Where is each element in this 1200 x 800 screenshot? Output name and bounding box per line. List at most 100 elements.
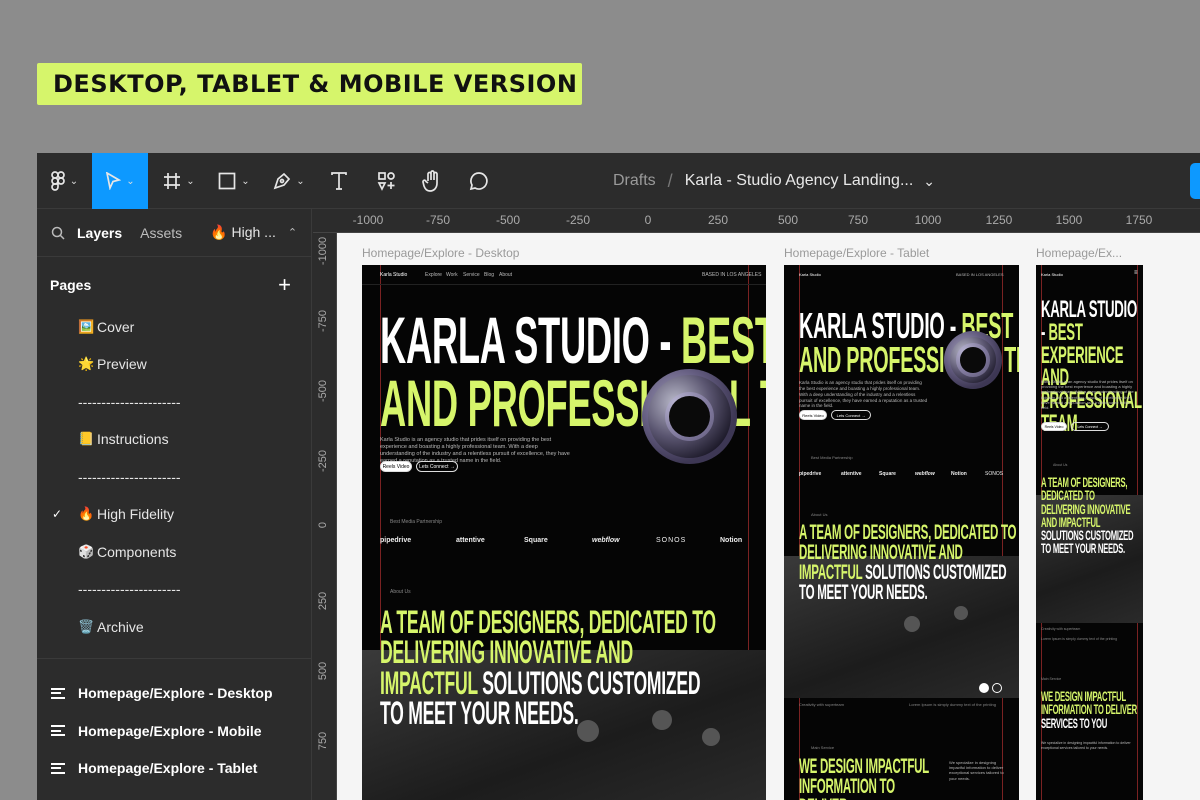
- about-label: About Us: [811, 512, 828, 517]
- ruler-tick: 500: [317, 661, 329, 681]
- breadcrumb-drafts[interactable]: Drafts: [613, 172, 656, 190]
- hero-heading: KARLA STUDIO - BEST EXPERIENCE AND PROFE…: [1041, 298, 1142, 436]
- chevron-down-icon: ⌄: [69, 175, 79, 187]
- chevron-down-icon[interactable]: ⌄: [923, 173, 935, 190]
- partnership-label: Best Media Partnership: [390, 519, 442, 525]
- frame-tool-button[interactable]: ⌄: [155, 153, 203, 209]
- logo-pipedrive: pipedrive: [799, 471, 822, 477]
- partnership-label: Best Media Partnership: [811, 455, 853, 460]
- breadcrumb: Drafts / Karla - Studio Agency Landing..…: [613, 153, 935, 209]
- frame-label-mobile[interactable]: Homepage/Ex...: [1036, 246, 1122, 260]
- frame-layer-icon: [51, 760, 65, 776]
- logo-sonos: SONOS: [985, 471, 1004, 477]
- ruler-tick: 1000: [914, 213, 942, 227]
- lets-connect-button[interactable]: Lets Connect →: [1071, 422, 1109, 431]
- page-item-instructions[interactable]: 📒 Instructions: [37, 421, 311, 459]
- move-tool-button[interactable]: ⌄: [92, 153, 148, 209]
- nav-blog[interactable]: Blog: [484, 272, 494, 278]
- creativity-caption: Creativity with superteam: [1041, 627, 1081, 631]
- comment-tool-button[interactable]: [464, 153, 494, 209]
- ruler-tick: 1250: [985, 213, 1013, 227]
- chevron-down-icon: ⌄: [296, 175, 305, 187]
- file-name[interactable]: Karla - Studio Agency Landing...: [685, 172, 914, 190]
- divider: [37, 657, 311, 659]
- hamburger-icon[interactable]: ≡: [1134, 270, 1138, 276]
- mobile-frame[interactable]: Karla Studio ≡ KARLA STUDIO - BEST EXPER…: [1036, 265, 1143, 800]
- current-page-selector[interactable]: 🔥 High ...: [210, 224, 276, 241]
- page-label: Preview: [97, 356, 147, 373]
- text-icon: [331, 172, 347, 190]
- nav-explore[interactable]: Explore: [425, 272, 442, 278]
- nav-service[interactable]: Service: [463, 272, 480, 278]
- about-heading: A TEAM OF DESIGNERS, DEDICATED TO DELIVE…: [380, 606, 716, 729]
- promo-banner: DESKTOP, TABLET & MOBILE VERSION: [37, 63, 582, 105]
- about-heading: A TEAM OF DESIGNERS, DEDICATED TO DELIVE…: [1041, 475, 1140, 557]
- hand-icon: [422, 170, 438, 192]
- search-icon[interactable]: [51, 226, 65, 240]
- lets-connect-button[interactable]: Lets Connect →: [416, 461, 458, 472]
- hand-tool-button[interactable]: [417, 153, 447, 209]
- frame-label-tablet[interactable]: Homepage/Explore - Tablet: [784, 246, 929, 260]
- layer-label: Homepage/Explore - Mobile: [78, 722, 262, 739]
- shape-tool-button[interactable]: ⌄: [210, 153, 258, 209]
- frame-label-desktop[interactable]: Homepage/Explore - Desktop: [362, 246, 519, 260]
- nav-about[interactable]: About: [499, 272, 512, 278]
- add-page-button[interactable]: +: [278, 272, 291, 298]
- trash-icon: 🗑️: [78, 618, 95, 634]
- layer-item[interactable]: Homepage/Explore - Tablet: [37, 750, 311, 788]
- page-item-high-fidelity[interactable]: ✓ 🔥 High Fidelity: [37, 496, 311, 534]
- service-heading-white: SERVICES TO YOU: [1041, 714, 1108, 731]
- chevron-up-icon[interactable]: ⌃: [288, 226, 297, 239]
- page-divider[interactable]: ----------------------: [37, 571, 311, 609]
- logo-sonos: SONOS: [656, 537, 687, 544]
- ruler-tick: -750: [425, 213, 451, 227]
- page-item-components[interactable]: 🎲 Components: [37, 533, 311, 571]
- logo-attentive: attentive: [841, 471, 862, 477]
- about-heading-line: TO MEET YOUR NEEDS.: [1041, 540, 1125, 557]
- page-item-preview[interactable]: 🌟 Preview: [37, 346, 311, 384]
- share-button[interactable]: [1190, 163, 1200, 199]
- page-item-archive[interactable]: 🗑️ Archive: [37, 608, 311, 646]
- pen-tool-button[interactable]: ⌄: [265, 153, 313, 209]
- tab-assets[interactable]: Assets: [140, 225, 182, 241]
- reels-video-button[interactable]: Reels Video: [380, 461, 412, 472]
- canvas[interactable]: -1000 -750 -500 -250 0 250 500 750 1000 …: [313, 209, 1200, 800]
- page-divider[interactable]: ----------------------: [37, 458, 311, 496]
- main-service-label: Main Service: [811, 745, 835, 750]
- ruler-tick: -500: [317, 379, 329, 403]
- page-label: Archive: [97, 618, 144, 635]
- chevron-down-icon: ⌄: [186, 175, 195, 187]
- logo-square: Square: [879, 471, 896, 477]
- page-item-cover[interactable]: 🖼️ Cover: [37, 308, 311, 346]
- brand-logo[interactable]: Karla Studio: [799, 272, 821, 277]
- service-body: We specialize in designing impactful inf…: [1041, 741, 1131, 750]
- tab-layers[interactable]: Layers: [77, 225, 122, 241]
- rectangle-icon: [218, 172, 236, 190]
- reels-video-button[interactable]: Reels Video: [799, 410, 827, 420]
- page-label: ----------------------: [78, 393, 181, 410]
- desktop-frame[interactable]: Karla Studio Explore Work Service Blog A…: [362, 265, 766, 800]
- fire-icon: 🔥: [78, 506, 95, 522]
- brand-logo[interactable]: Karla Studio: [1041, 272, 1063, 277]
- dice-icon: 🎲: [78, 543, 95, 559]
- lorem-caption: Lorem Ipsum is simply dummy text of the …: [1041, 637, 1118, 641]
- prev-arrow-button[interactable]: [979, 683, 989, 693]
- layer-item[interactable]: Homepage/Explore - Mobile: [37, 712, 311, 750]
- about-heading: A TEAM OF DESIGNERS, DEDICATED TO DELIVE…: [799, 522, 1017, 603]
- page-label: ----------------------: [78, 468, 181, 485]
- lets-connect-button[interactable]: Lets Connect →: [831, 410, 871, 420]
- tablet-frame[interactable]: Karla Studio BASED IN LOS ANGELES KARLA …: [784, 265, 1019, 800]
- cursor-icon: [106, 172, 122, 190]
- brand-logo[interactable]: Karla Studio: [380, 272, 407, 278]
- ruler-tick: -1000: [352, 213, 384, 227]
- resources-button[interactable]: [372, 153, 402, 209]
- frame-icon: [164, 173, 181, 189]
- next-arrow-button[interactable]: [992, 683, 1002, 693]
- nav-work[interactable]: Work: [446, 272, 458, 278]
- layer-item[interactable]: Homepage/Explore - Desktop: [37, 675, 311, 713]
- figma-menu-button[interactable]: ⌄: [37, 153, 92, 209]
- reels-video-button[interactable]: Reels Video: [1041, 422, 1067, 431]
- text-tool-button[interactable]: [324, 153, 354, 209]
- page-divider[interactable]: ----------------------: [37, 383, 311, 421]
- main-service-label: Main Service: [1041, 677, 1062, 681]
